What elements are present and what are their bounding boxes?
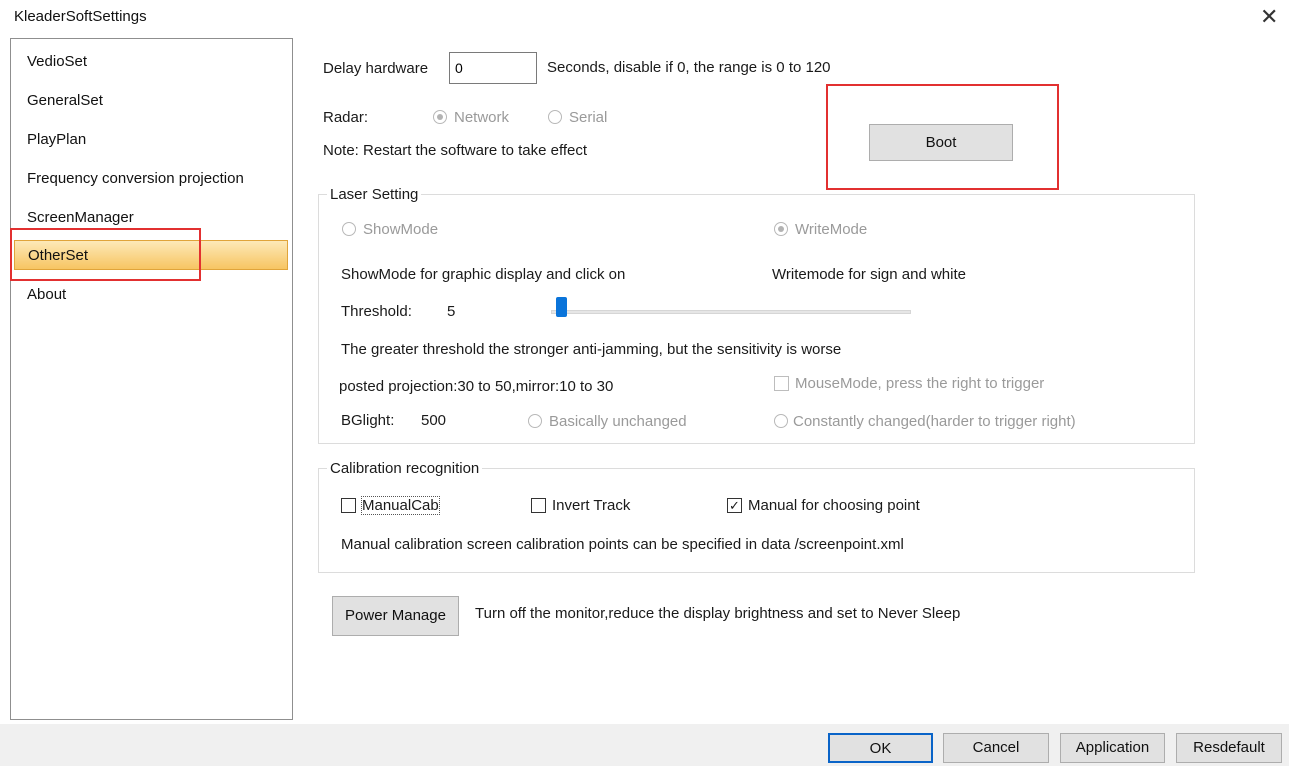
power-manage-description: Turn off the monitor,reduce the display …	[475, 605, 961, 622]
calibration-group	[318, 468, 1195, 573]
manualcab-checkbox[interactable]	[341, 498, 356, 513]
calibration-note: Manual calibration screen calibration po…	[341, 536, 904, 553]
mousemode-label: MouseMode, press the right to trigger	[795, 375, 1045, 392]
mousemode-checkbox[interactable]	[774, 376, 789, 391]
application-button[interactable]: Application	[1060, 733, 1165, 763]
delay-hardware-label: Delay hardware	[323, 60, 429, 77]
writemode-radio[interactable]	[774, 222, 788, 236]
sidebar: VedioSet GeneralSet PlayPlan Frequency c…	[10, 38, 293, 720]
bglight-value: 500	[421, 412, 447, 429]
sidebar-item-about[interactable]: About	[27, 286, 66, 303]
restart-note: Note: Restart the software to take effec…	[323, 142, 588, 159]
radar-label: Radar:	[323, 109, 369, 126]
radar-network-label: Network	[454, 109, 510, 126]
showmode-radio[interactable]	[342, 222, 356, 236]
highlight-box-boot	[826, 84, 1059, 190]
manualcab-label: ManualCab	[361, 496, 440, 515]
writemode-description: Writemode for sign and white	[772, 266, 966, 283]
threshold-slider-track[interactable]	[551, 310, 911, 314]
close-icon[interactable]: ✕	[1260, 6, 1278, 28]
threshold-note: The greater threshold the stronger anti-…	[341, 341, 842, 358]
posted-projection-text: posted projection:30 to 50,mirror:10 to …	[339, 378, 614, 395]
radar-serial-label: Serial	[569, 109, 608, 126]
radar-network-radio[interactable]	[433, 110, 447, 124]
laser-setting-legend: Laser Setting	[327, 186, 422, 203]
radar-serial-radio[interactable]	[548, 110, 562, 124]
resdefault-button[interactable]: Resdefault	[1176, 733, 1282, 763]
sidebar-item-generalset[interactable]: GeneralSet	[27, 92, 103, 109]
window-title: KleaderSoftSettings	[14, 8, 147, 25]
bglight-label: BGlight:	[341, 412, 395, 429]
sidebar-item-frequency-conversion[interactable]: Frequency conversion projection	[27, 170, 244, 187]
sidebar-item-screenmanager[interactable]: ScreenManager	[27, 209, 134, 226]
showmode-label: ShowMode	[363, 221, 439, 238]
writemode-label: WriteMode	[795, 221, 868, 238]
threshold-value: 5	[447, 303, 456, 320]
showmode-description: ShowMode for graphic display and click o…	[341, 266, 626, 283]
manual-point-label: Manual for choosing point	[748, 497, 920, 514]
highlight-box-otherset	[10, 228, 201, 281]
threshold-label: Threshold:	[341, 303, 412, 320]
delay-hardware-input[interactable]	[449, 52, 537, 84]
basically-unchanged-label: Basically unchanged	[549, 413, 687, 430]
manual-point-checkbox[interactable]: ✓	[727, 498, 742, 513]
sidebar-item-playplan[interactable]: PlayPlan	[27, 131, 86, 148]
threshold-slider-thumb[interactable]	[556, 297, 567, 317]
basically-unchanged-radio[interactable]	[528, 414, 542, 428]
cancel-button[interactable]: Cancel	[943, 733, 1049, 763]
calibration-legend: Calibration recognition	[327, 460, 483, 477]
delay-hardware-hint: Seconds, disable if 0, the range is 0 to…	[547, 59, 831, 76]
power-manage-button[interactable]: Power Manage	[332, 596, 459, 636]
invert-track-label: Invert Track	[552, 497, 631, 514]
invert-track-checkbox[interactable]	[531, 498, 546, 513]
constantly-changed-label: Constantly changed(harder to trigger rig…	[793, 413, 1076, 430]
ok-button[interactable]: OK	[828, 733, 933, 763]
constantly-changed-radio[interactable]	[774, 414, 788, 428]
sidebar-item-vedioset[interactable]: VedioSet	[27, 53, 87, 70]
